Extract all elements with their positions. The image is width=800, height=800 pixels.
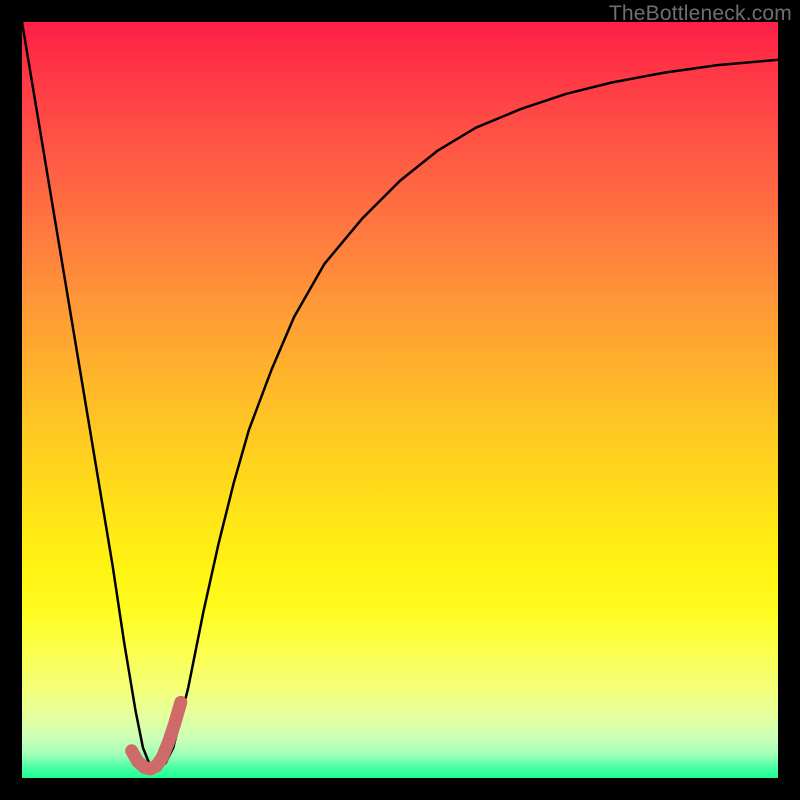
bottleneck-curve: [22, 22, 778, 769]
chart-frame: TheBottleneck.com: [0, 0, 800, 800]
highlight-j-mark: [132, 702, 181, 769]
plot-area: [22, 22, 778, 778]
watermark-text: TheBottleneck.com: [609, 2, 792, 26]
curve-layer: [22, 22, 778, 778]
